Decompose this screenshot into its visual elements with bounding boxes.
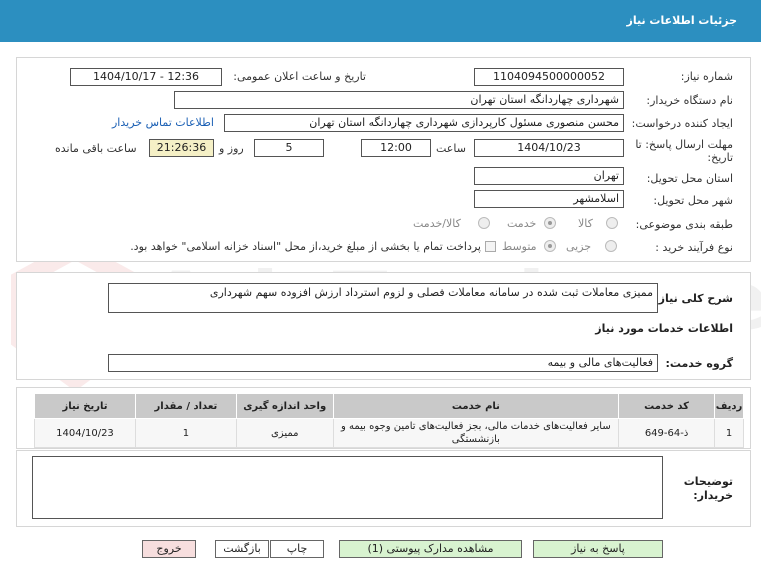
- treasury-checkbox[interactable]: [485, 241, 496, 252]
- col-code: کد خدمت: [618, 393, 716, 419]
- deadline-label: مهلت ارسال پاسخ: تا: [635, 138, 733, 151]
- contact-buyer-link[interactable]: اطلاعات تماس خریدار: [112, 116, 214, 129]
- process-minor-radio[interactable]: [605, 240, 617, 252]
- print-button[interactable]: چاپ: [270, 540, 324, 558]
- process-label: نوع فرآیند خرید :: [655, 241, 733, 254]
- days-field: 5: [254, 139, 324, 157]
- cell-name: سایر فعالیت‌های خدمات مالی، بجز فعالیت‌ه…: [332, 418, 620, 448]
- exit-button[interactable]: خروج: [142, 540, 196, 558]
- col-date: تاریخ نیاز: [34, 393, 136, 419]
- need-number-label: شماره نیاز:: [680, 70, 733, 83]
- deadline-date-label: تاریخ:: [707, 151, 733, 164]
- need-number-field: 1104094500000052: [474, 68, 624, 86]
- title-bar: جزئیات اطلاعات نیاز: [0, 0, 761, 42]
- buyer-org-field: شهرداری چهاردانگه استان تهران: [174, 91, 624, 109]
- page-title: جزئیات اطلاعات نیاز: [626, 14, 738, 27]
- category-both-radio[interactable]: [478, 217, 490, 229]
- city-field: اسلامشهر: [474, 190, 624, 208]
- category-goods-label: کالا: [578, 217, 593, 230]
- table-row: 1 ذ-64-649 سایر فعالیت‌های خدمات مالی، ب…: [34, 418, 744, 448]
- service-group-label: گروه خدمت:: [665, 357, 733, 370]
- payment-note: پرداخت تمام یا بخشی از مبلغ خرید،از محل …: [130, 240, 481, 253]
- category-service-radio[interactable]: [544, 217, 556, 229]
- creator-field: محسن منصوری مسئول کارپردازی شهرداری چهار…: [224, 114, 624, 132]
- city-label: شهر محل تحویل:: [653, 194, 733, 207]
- description-field: ممیزی معاملات ثبت شده در سامانه معاملات …: [108, 283, 658, 313]
- col-name: نام خدمت: [332, 393, 620, 419]
- info-panel: [16, 57, 751, 262]
- services-section-title: اطلاعات خدمات مورد نیاز: [595, 322, 733, 335]
- province-label: استان محل تحویل:: [646, 172, 733, 185]
- category-goods-radio[interactable]: [606, 217, 618, 229]
- view-docs-button[interactable]: مشاهده مدارک پیوستی (1): [339, 540, 522, 558]
- reply-button[interactable]: پاسخ به نیاز: [533, 540, 663, 558]
- deadline-time-field: 12:00: [361, 139, 431, 157]
- back-button[interactable]: بازگشت: [215, 540, 269, 558]
- description-label: شرح کلی نیاز:: [654, 292, 733, 305]
- cell-row: 1: [714, 418, 744, 448]
- buyer-notes-label-2: خریدار:: [693, 489, 733, 502]
- buyer-org-label: نام دستگاه خریدار:: [646, 94, 733, 107]
- category-both-label: کالا/خدمت: [413, 217, 461, 230]
- cell-date: 1404/10/23: [34, 418, 136, 448]
- announce-field: 1404/10/17 - 12:36: [70, 68, 222, 86]
- days-label: روز و: [219, 142, 244, 155]
- col-qty: تعداد / مقدار: [134, 393, 237, 419]
- cell-code: ذ-64-649: [618, 418, 716, 448]
- province-field: تهران: [474, 167, 624, 185]
- service-group-field: فعالیت‌های مالی و بیمه: [108, 354, 658, 372]
- buyer-notes-field: [32, 456, 663, 519]
- remaining-label: ساعت باقی مانده: [55, 142, 137, 155]
- deadline-date-field: 1404/10/23: [474, 139, 624, 157]
- buyer-notes-label: توضیحات: [683, 475, 733, 488]
- category-label: طبقه بندی موضوعی:: [635, 218, 733, 231]
- process-medium-radio[interactable]: [544, 240, 556, 252]
- cell-qty: 1: [134, 418, 237, 448]
- cell-unit: ممیزی: [235, 418, 334, 448]
- col-row: ردیف: [714, 393, 744, 419]
- remaining-time-field: 21:26:36: [149, 139, 214, 157]
- services-table: ردیف کد خدمت نام خدمت واحد اندازه گیری ت…: [34, 393, 744, 448]
- process-minor-label: جزیی: [566, 240, 592, 253]
- creator-label: ایجاد کننده درخواست:: [631, 117, 733, 130]
- announce-label: تاریخ و ساعت اعلان عمومی:: [233, 70, 366, 83]
- process-medium-label: متوسط: [502, 240, 537, 253]
- col-unit: واحد اندازه گیری: [235, 393, 334, 419]
- time-label: ساعت: [436, 142, 466, 155]
- category-service-label: خدمت: [507, 217, 537, 230]
